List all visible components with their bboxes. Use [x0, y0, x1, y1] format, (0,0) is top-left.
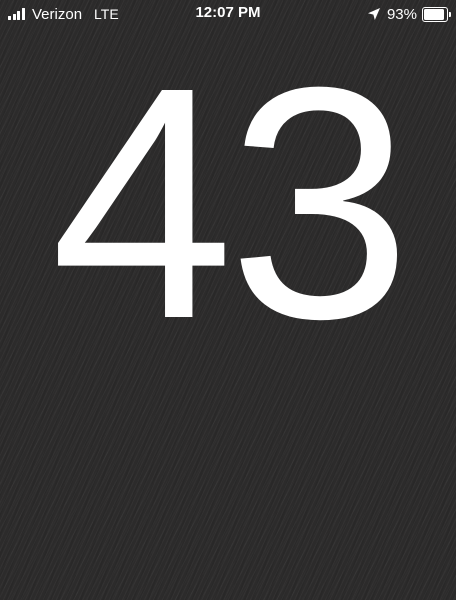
counter-number: 43: [50, 18, 411, 387]
battery-cap: [449, 11, 451, 17]
battery-fill: [424, 8, 445, 20]
battery-icon: [422, 6, 451, 22]
